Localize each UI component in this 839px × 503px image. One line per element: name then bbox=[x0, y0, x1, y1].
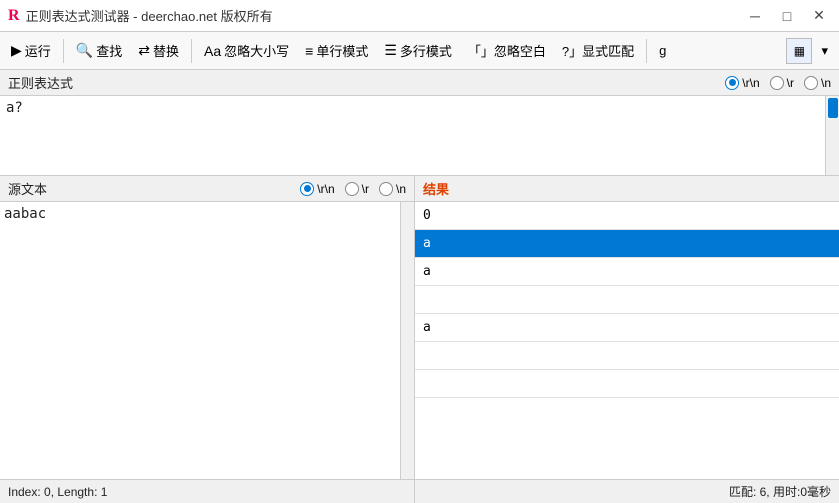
regex-radio-r-label: \r bbox=[787, 76, 794, 90]
multi-line-icon: ☰ bbox=[384, 42, 397, 59]
toolbar-separator-2 bbox=[191, 39, 192, 63]
grid-button[interactable]: ▦ bbox=[786, 38, 812, 64]
result-item[interactable]: a bbox=[415, 230, 839, 258]
source-radio-r-label: \r bbox=[362, 182, 369, 196]
replace-icon: ⇄ bbox=[138, 42, 150, 59]
g-button[interactable]: g bbox=[652, 39, 673, 62]
aa-icon: Aa bbox=[204, 43, 221, 59]
ignore-case-button[interactable]: Aa 忽略大小写 bbox=[197, 37, 296, 64]
source-label: 源文本 bbox=[8, 179, 47, 198]
source-radio-r-dot bbox=[345, 182, 359, 196]
run-icon: ▶ bbox=[11, 42, 22, 59]
maximize-button[interactable]: □ bbox=[775, 4, 799, 28]
close-button[interactable]: ✕ bbox=[807, 4, 831, 28]
result-item[interactable]: 0 bbox=[415, 202, 839, 230]
g-label: g bbox=[659, 43, 666, 58]
source-status: Index: 0, Length: 1 bbox=[0, 479, 414, 503]
regex-radio-r[interactable]: \r bbox=[770, 76, 794, 90]
source-radio-n[interactable]: \n bbox=[379, 182, 406, 196]
regex-radio-rn[interactable]: \r\n bbox=[725, 76, 759, 90]
regex-radio-r-dot bbox=[770, 76, 784, 90]
source-radio-n-label: \n bbox=[396, 182, 406, 196]
regex-radio-rn-label: \r\n bbox=[742, 76, 759, 90]
app-title: 正则表达式测试器 - deerchao.net 版权所有 bbox=[26, 6, 273, 25]
single-line-button[interactable]: ≡ 单行模式 bbox=[298, 37, 375, 64]
app-logo: R bbox=[8, 7, 20, 25]
results-status-text: 匹配: 6, 用时:0毫秒 bbox=[729, 483, 831, 500]
result-item[interactable] bbox=[415, 286, 839, 314]
regex-radio-n[interactable]: \n bbox=[804, 76, 831, 90]
regex-radio-group: \r\n \r \n bbox=[725, 76, 831, 90]
replace-label: 替换 bbox=[153, 41, 179, 60]
multi-line-button[interactable]: ☰ 多行模式 bbox=[377, 37, 459, 64]
find-label: 查找 bbox=[96, 41, 122, 60]
regex-scroll-thumb bbox=[828, 98, 838, 118]
result-item[interactable] bbox=[415, 370, 839, 398]
source-radio-rn-dot bbox=[300, 182, 314, 196]
regex-radio-rn-dot bbox=[725, 76, 739, 90]
regex-label-row: 正则表达式 \r\n \r \n bbox=[0, 70, 839, 96]
single-line-label: 单行模式 bbox=[316, 41, 368, 60]
results-status: 匹配: 6, 用时:0毫秒 bbox=[415, 479, 839, 503]
results-panel: 结果 0aaa 匹配: 6, 用时:0毫秒 bbox=[415, 176, 839, 503]
regex-label: 正则表达式 bbox=[8, 73, 73, 92]
source-header: 源文本 \r\n \r \n bbox=[0, 176, 414, 202]
source-input[interactable]: aabac bbox=[0, 202, 414, 479]
multi-line-label: 多行模式 bbox=[400, 41, 452, 60]
regex-scrollbar[interactable] bbox=[825, 96, 839, 175]
title-controls: ─ □ ✕ bbox=[743, 4, 831, 28]
toolbar: ▶ 运行 🔍 查找 ⇄ 替换 Aa 忽略大小写 ≡ 单行模式 ☰ 多行模式 「」… bbox=[0, 32, 839, 70]
result-item[interactable]: a bbox=[415, 258, 839, 286]
result-item[interactable] bbox=[415, 342, 839, 370]
results-list: 0aaa bbox=[415, 202, 839, 479]
results-label: 结果 bbox=[423, 179, 449, 198]
search-icon: 🔍 bbox=[76, 42, 93, 59]
title-bar: R 正则表达式测试器 - deerchao.net 版权所有 ─ □ ✕ bbox=[0, 0, 839, 32]
source-textarea-wrap: aabac bbox=[0, 202, 414, 479]
minimize-button[interactable]: ─ bbox=[743, 4, 767, 28]
toolbar-separator-3 bbox=[646, 39, 647, 63]
title-bar-left: R 正则表达式测试器 - deerchao.net 版权所有 bbox=[8, 6, 273, 25]
source-panel: 源文本 \r\n \r \n aabac Index: 0, bbox=[0, 176, 415, 503]
toolbar-separator-1 bbox=[63, 39, 64, 63]
bottom-section: 源文本 \r\n \r \n aabac Index: 0, bbox=[0, 176, 839, 503]
results-header: 结果 bbox=[415, 176, 839, 202]
ignore-case-label: 忽略大小写 bbox=[224, 41, 289, 60]
regex-radio-n-label: \n bbox=[821, 76, 831, 90]
source-radio-rn[interactable]: \r\n bbox=[300, 182, 334, 196]
regex-input[interactable]: a? bbox=[0, 96, 839, 175]
result-item[interactable]: a bbox=[415, 314, 839, 342]
run-label: 运行 bbox=[25, 41, 51, 60]
regex-area: a? bbox=[0, 96, 839, 176]
ignore-space-button[interactable]: 「」忽略空白 bbox=[461, 37, 553, 64]
source-radio-rn-label: \r\n bbox=[317, 182, 334, 196]
source-radio-group: \r\n \r \n bbox=[300, 182, 406, 196]
ignore-space-label: 「」忽略空白 bbox=[468, 41, 546, 60]
find-button[interactable]: 🔍 查找 bbox=[69, 37, 129, 64]
single-line-icon: ≡ bbox=[305, 43, 313, 59]
source-radio-n-dot bbox=[379, 182, 393, 196]
toolbar-end: ▦ ▾ bbox=[786, 38, 835, 64]
regex-radio-n-dot bbox=[804, 76, 818, 90]
source-radio-r[interactable]: \r bbox=[345, 182, 369, 196]
source-status-text: Index: 0, Length: 1 bbox=[8, 485, 107, 499]
source-scrollbar[interactable] bbox=[400, 202, 414, 479]
explicit-match-label: ?」显式匹配 bbox=[562, 41, 634, 60]
explicit-match-button[interactable]: ?」显式匹配 bbox=[555, 37, 641, 64]
run-button[interactable]: ▶ 运行 bbox=[4, 37, 58, 64]
replace-button[interactable]: ⇄ 替换 bbox=[131, 37, 186, 64]
toolbar-expand-button[interactable]: ▾ bbox=[814, 39, 835, 63]
